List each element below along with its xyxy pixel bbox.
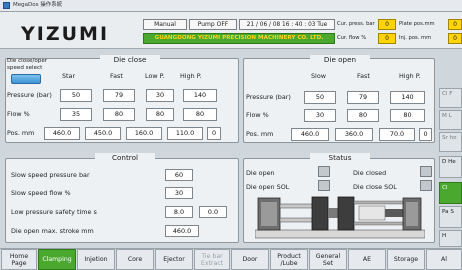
cur-press-value: 0 (378, 19, 396, 30)
dc-pressure-star[interactable]: 50 (60, 89, 92, 102)
dc-pos-5[interactable]: 0 (207, 127, 221, 140)
cur-press-label: Cur. press. bar (337, 21, 375, 27)
ctrl-slow-flow-value[interactable]: 30 (165, 187, 193, 199)
dc-pos-1[interactable]: 460.0 (44, 127, 80, 140)
dc-header-star: Star (62, 72, 76, 80)
dc-pressure-highp[interactable]: 140 (183, 89, 217, 102)
do-pos-1[interactable]: 460.0 (291, 128, 329, 141)
dc-pos-label: Pos. mm (7, 129, 35, 137)
dc-flow-lowp[interactable]: 80 (146, 108, 174, 121)
dc-header-fast: Fast (110, 72, 123, 80)
status-die-open-indicator (318, 166, 330, 177)
do-header-highp: High P. (399, 72, 421, 80)
dc-pressure-lowp[interactable]: 30 (146, 89, 174, 102)
logo-text: YIZUMI (20, 23, 109, 44)
side-button-6[interactable]: Pa S (439, 206, 462, 228)
do-pos-2[interactable]: 360.0 (335, 128, 373, 141)
company-banner: GUANGDONG YIZUMI PRECISION MACHINERY CO.… (143, 33, 335, 44)
side-button-5[interactable]: Cl (439, 182, 462, 204)
side-button-4[interactable]: D He (439, 156, 462, 178)
control-title: Control (95, 153, 155, 163)
dc-flow-fast[interactable]: 80 (103, 108, 135, 121)
cur-flow-label: Cur. flow % (337, 35, 367, 41)
inj-pos-label: Inj. pos. mm (399, 35, 432, 41)
dc-pos-4[interactable]: 110.0 (167, 127, 203, 140)
nav-product-lube[interactable]: Product /Lube (270, 249, 308, 270)
cur-flow-value: 0 (378, 33, 396, 44)
dc-pos-2[interactable]: 450.0 (85, 127, 121, 140)
nav-storage[interactable]: Storage (387, 249, 425, 270)
do-flow-fast[interactable]: 80 (347, 109, 379, 122)
speed-select-label: Die close/oper speed select (7, 58, 48, 71)
clamping-unit-illustration (255, 196, 425, 239)
ctrl-safety-time-actual: 0.0 (199, 206, 227, 218)
nav-alarm[interactable]: Al (426, 249, 462, 270)
speed-select-button[interactable] (11, 74, 41, 84)
inj-pos-value: 0 (448, 33, 462, 44)
ctrl-safety-time-label: Low pressure safety time s (11, 208, 97, 216)
do-pos-label: Pos. mm (246, 130, 274, 138)
ctrl-slow-pressure-value[interactable]: 60 (165, 169, 193, 181)
side-button-7[interactable]: H (439, 230, 462, 247)
do-header-fast: Fast (357, 72, 370, 80)
nav-ae[interactable]: AE (348, 249, 386, 270)
dc-header-highp: High P. (180, 72, 202, 80)
nav-ejector[interactable]: Ejector (155, 249, 193, 270)
do-header-slow: Slow (311, 72, 326, 80)
dc-pos-3[interactable]: 160.0 (126, 127, 162, 140)
nav-clamping[interactable]: Clamping (38, 249, 76, 270)
nav-door[interactable]: Door (231, 249, 269, 270)
do-pressure-highp[interactable]: 140 (390, 91, 425, 104)
status-die-closed-indicator (420, 166, 432, 177)
status-die-close-sol-indicator (420, 180, 432, 191)
do-pressure-label: Pressure (bar) (246, 93, 291, 101)
plate-pos-value: 0 (448, 19, 462, 30)
do-pressure-fast[interactable]: 79 (347, 91, 379, 104)
window-title: MegaDos 操作系統 (13, 2, 63, 8)
dc-pressure-label: Pressure (bar) (7, 91, 52, 99)
dc-pressure-fast[interactable]: 79 (103, 89, 135, 102)
do-flow-label: Flow % (246, 111, 269, 119)
nav-core[interactable]: Core (116, 249, 154, 270)
ctrl-max-stroke-value[interactable]: 460.0 (165, 225, 199, 237)
dc-flow-star[interactable]: 35 (60, 108, 92, 121)
yizumi-logo: YIZUMI (20, 23, 109, 44)
nav-injection[interactable]: Injetion (77, 249, 115, 270)
do-pos-4[interactable]: 0 (419, 128, 432, 141)
datetime-display: 21 / 06 / 08 16 : 40 : 03 Tue (239, 19, 335, 30)
side-button-1[interactable]: Cl F (439, 88, 462, 108)
die-close-title: Die close (100, 55, 160, 65)
status-die-open-sol-indicator (318, 180, 330, 191)
nav-tie-bar-extract[interactable]: Tie bar Extract (194, 249, 230, 270)
app-icon (3, 2, 10, 9)
status-die-open-sol-label: Die open SOL (246, 183, 290, 191)
status-die-open-label: Die open (246, 169, 275, 177)
dc-header-lowp: Low P. (145, 72, 165, 80)
status-die-close-sol-label: Die close SOL (353, 183, 397, 191)
pump-status: Pump OFF (189, 19, 237, 30)
ctrl-slow-pressure-label: Slow speed pressure bar (11, 171, 90, 179)
status-title: Status (310, 153, 370, 163)
ctrl-slow-flow-label: Slow speed flow % (11, 189, 71, 197)
nav-home-page[interactable]: Home Page (1, 249, 37, 270)
die-open-title: Die open (310, 55, 370, 65)
ctrl-safety-time-value[interactable]: 8.0 (165, 206, 193, 218)
mode-status: Manual (143, 19, 187, 30)
do-pos-3[interactable]: 70.0 (379, 128, 415, 141)
do-flow-highp[interactable]: 80 (390, 109, 425, 122)
do-pressure-slow[interactable]: 50 (304, 91, 336, 104)
plate-pos-label: Plate pos.mm (399, 21, 435, 27)
status-die-closed-label: Die closed (353, 169, 387, 177)
do-flow-slow[interactable]: 30 (304, 109, 336, 122)
ctrl-max-stroke-label: Die open max. stroke mm (11, 227, 94, 235)
side-button-2[interactable]: M L (439, 110, 462, 130)
nav-general-set[interactable]: General Set (309, 249, 347, 270)
app-root: MegaDos 操作系統 YIZUMI Manual Pump OFF 21 /… (0, 0, 462, 270)
dc-flow-label: Flow % (7, 110, 30, 118)
side-button-3[interactable]: Sr ho (439, 132, 462, 152)
dc-flow-highp[interactable]: 80 (183, 108, 217, 121)
window-titlebar: MegaDos 操作系統 (0, 0, 462, 12)
